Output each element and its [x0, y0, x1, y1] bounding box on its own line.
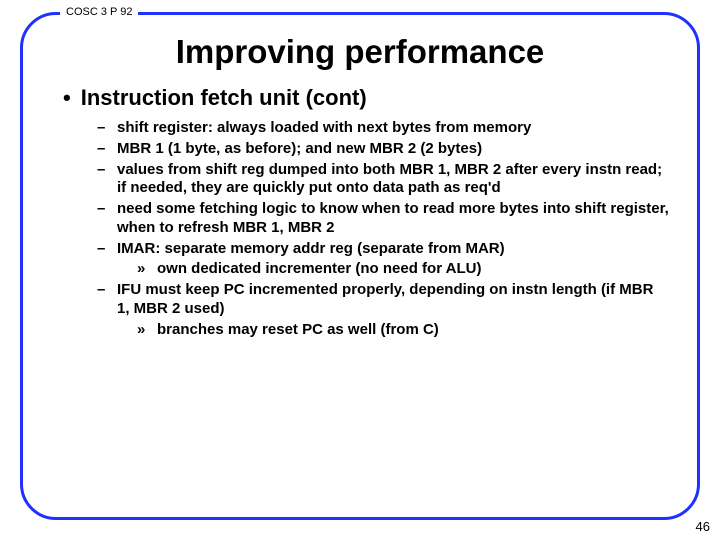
- page-number: 46: [696, 519, 710, 534]
- bullet-text: MBR 1 (1 byte, as before); and new MBR 2…: [117, 140, 482, 159]
- bullet-dash: –: [97, 240, 109, 259]
- bullet-dash: –: [97, 140, 109, 159]
- bullet-level2: –IMAR: separate memory addr reg (separat…: [97, 240, 669, 259]
- bullet-text: IMAR: separate memory addr reg (separate…: [117, 240, 505, 259]
- bullet-text: need some fetching logic to know when to…: [117, 200, 669, 238]
- bullet-dash: –: [97, 119, 109, 138]
- course-label: COSC 3 P 92: [60, 6, 138, 18]
- slide-content: • Instruction fetch unit (cont) –shift r…: [23, 85, 697, 339]
- bullet-level3: » branches may reset PC as well (from C): [137, 321, 669, 340]
- bullet-raquo: »: [137, 321, 149, 340]
- heading-text: Instruction fetch unit (cont): [81, 85, 367, 111]
- bullet-text: IFU must keep PC incremented properly, d…: [117, 281, 669, 319]
- bullet-list: –shift register: always loaded with next…: [63, 119, 669, 339]
- bullet-text: shift register: always loaded with next …: [117, 119, 531, 138]
- bullet-raquo: »: [137, 260, 149, 279]
- bullet-level2: –need some fetching logic to know when t…: [97, 200, 669, 238]
- slide-frame: Improving performance • Instruction fetc…: [20, 12, 700, 520]
- bullet-level2: –values from shift reg dumped into both …: [97, 161, 669, 199]
- bullet-text: own dedicated incrementer (no need for A…: [157, 260, 481, 279]
- bullet-level2: –shift register: always loaded with next…: [97, 119, 669, 138]
- bullet-level2: –IFU must keep PC incremented properly, …: [97, 281, 669, 319]
- bullet-text: values from shift reg dumped into both M…: [117, 161, 669, 199]
- bullet-text: branches may reset PC as well (from C): [157, 321, 439, 340]
- bullet-dash: –: [97, 161, 109, 199]
- bullet-dash: –: [97, 200, 109, 238]
- bullet-dash: –: [97, 281, 109, 319]
- heading-level1: • Instruction fetch unit (cont): [63, 85, 669, 111]
- slide-title: Improving performance: [23, 15, 697, 85]
- bullet-level3: » own dedicated incrementer (no need for …: [137, 260, 669, 279]
- bullet-level2: –MBR 1 (1 byte, as before); and new MBR …: [97, 140, 669, 159]
- bullet-dot: •: [63, 85, 71, 111]
